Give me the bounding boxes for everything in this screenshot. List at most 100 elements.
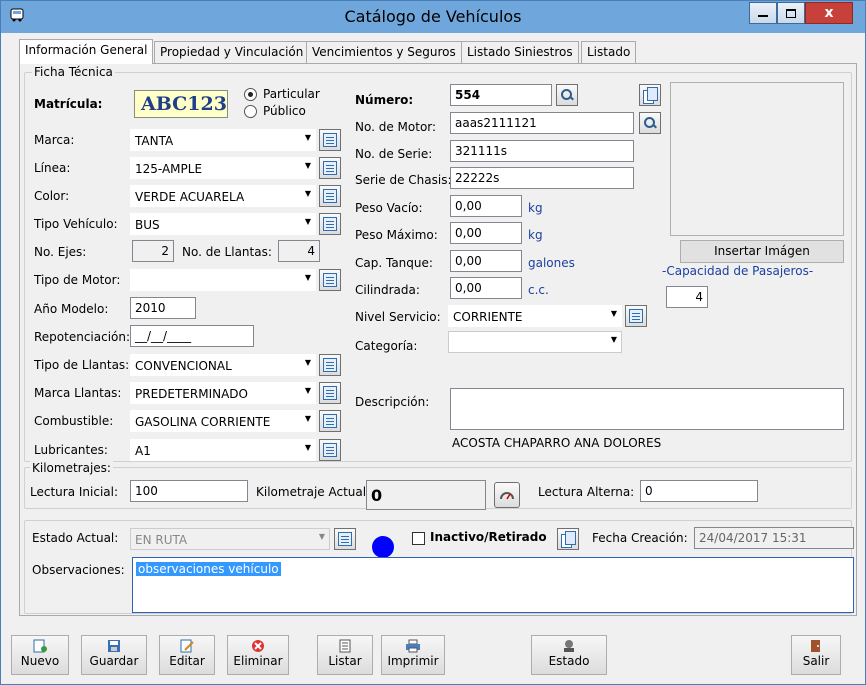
combustible-list-button[interactable]	[319, 410, 341, 432]
inactivo-checkbox[interactable]	[412, 532, 425, 545]
ficha-tecnica-label: Ficha Técnica	[32, 65, 115, 79]
marca-list-button[interactable]	[319, 129, 341, 151]
tipo-llantas-list-button[interactable]	[319, 354, 341, 376]
color-list-button[interactable]	[319, 185, 341, 207]
marca-label: Marca:	[34, 133, 75, 147]
list-icon	[339, 639, 351, 653]
peso-max-unit: kg	[528, 228, 543, 242]
tab-informacion-general[interactable]: Información General	[19, 39, 154, 64]
radio-publico[interactable]	[244, 105, 257, 118]
ejes-field[interactable]: 2	[132, 240, 174, 262]
editar-button[interactable]: Editar	[159, 635, 215, 675]
tab-vencimientos[interactable]: Vencimientos y Seguros	[306, 41, 462, 63]
serie-label: No. de Serie:	[355, 147, 433, 161]
matricula-label: Matrícula:	[34, 97, 103, 111]
linea-select[interactable]: 125-AMPLE ▼	[130, 157, 316, 179]
copy-button[interactable]	[639, 84, 661, 106]
close-button[interactable]: x	[805, 2, 853, 24]
tipo-llantas-select[interactable]: CONVENCIONAL ▼	[130, 354, 316, 376]
list-icon	[629, 309, 643, 323]
linea-list-button[interactable]	[319, 157, 341, 179]
tab-propiedad[interactable]: Propiedad y Vinculación	[154, 41, 310, 63]
peso-max-field[interactable]: 0,00	[450, 222, 522, 244]
numero-field[interactable]: 554	[450, 84, 552, 106]
estado-list-button[interactable]	[334, 528, 356, 550]
km-actual-field[interactable]: 0	[366, 480, 486, 510]
radio-publico-label: Público	[263, 104, 306, 118]
motor-field[interactable]: aaas2111121	[450, 112, 634, 134]
km-actual-label: Kilometraje Actual:	[256, 485, 371, 499]
descripcion-label: Descripción:	[355, 395, 430, 409]
lectura-inicial-field[interactable]: 100	[130, 480, 248, 502]
list-icon	[323, 217, 337, 231]
capacidad-field[interactable]: 4	[666, 286, 708, 308]
minimize-button[interactable]	[749, 2, 777, 24]
list-icon	[323, 358, 337, 372]
color-select[interactable]: VERDE ACUARELA ▼	[130, 185, 316, 207]
tanque-field[interactable]: 0,00	[450, 250, 522, 272]
nivel-list-button[interactable]	[625, 305, 647, 327]
guardar-button[interactable]: Guardar	[81, 635, 147, 675]
maximize-icon	[786, 8, 796, 18]
anio-field[interactable]: 2010	[130, 297, 196, 319]
eliminar-button[interactable]: Eliminar	[227, 635, 289, 675]
motor-search-button[interactable]	[639, 112, 661, 134]
gauge-button[interactable]	[494, 482, 520, 508]
maximize-button[interactable]	[777, 2, 805, 24]
imprimir-button[interactable]: Imprimir	[381, 635, 445, 675]
tipo-vehiculo-list-button[interactable]	[319, 213, 341, 235]
radio-particular[interactable]	[244, 88, 257, 101]
descripcion-field[interactable]	[450, 388, 844, 430]
lectura-alterna-field[interactable]: 0	[640, 480, 758, 502]
nivel-select[interactable]: CORRIENTE ▼	[448, 305, 622, 327]
estado-button[interactable]: Estado	[531, 635, 607, 675]
lubricantes-value: A1	[135, 444, 151, 458]
peso-vacio-field[interactable]: 0,00	[450, 195, 522, 217]
salir-button[interactable]: Salir	[791, 635, 841, 675]
cilindrada-field[interactable]: 0,00	[450, 277, 522, 299]
delete-icon	[252, 640, 264, 652]
linea-label: Línea:	[34, 161, 71, 175]
gauge-icon	[500, 492, 514, 500]
marca-llantas-list-button[interactable]	[319, 382, 341, 404]
tipo-motor-list-button[interactable]	[319, 269, 341, 291]
tab-siniestros[interactable]: Listado Siniestros	[461, 41, 579, 63]
repotenciacion-field[interactable]: __/__/____	[130, 325, 254, 347]
new-icon	[33, 639, 47, 653]
lubricantes-list-button[interactable]	[319, 439, 341, 461]
observaciones-text: observaciones vehículo	[136, 562, 281, 576]
save-icon	[108, 640, 120, 652]
marca-llantas-value: PREDETERMINADO	[135, 387, 248, 401]
estado-actual-select[interactable]: EN RUTA ▼	[130, 528, 330, 550]
chasis-label: Serie de Chasis:	[355, 173, 452, 187]
tab-listado[interactable]: Listado	[581, 41, 637, 63]
guardar-label: Guardar	[89, 654, 139, 668]
listar-button[interactable]: Listar	[317, 635, 373, 675]
tipo-motor-select[interactable]: ▼	[130, 269, 316, 291]
search-icon	[643, 116, 657, 130]
estado-copy-button[interactable]	[557, 528, 579, 550]
combustible-label: Combustible:	[34, 414, 114, 428]
nivel-value: CORRIENTE	[453, 310, 523, 324]
tipo-vehiculo-select[interactable]: BUS ▼	[130, 213, 316, 235]
fecha-creacion-label: Fecha Creación:	[592, 531, 688, 545]
chevron-down-icon: ▼	[610, 335, 617, 344]
imprimir-label: Imprimir	[387, 654, 439, 668]
marca-llantas-select[interactable]: PREDETERMINADO ▼	[130, 382, 316, 404]
observaciones-field[interactable]: observaciones vehículo	[132, 557, 854, 613]
fecha-creacion-field[interactable]: 24/04/2017 15:31	[694, 527, 854, 549]
categoria-select[interactable]: ▼	[448, 331, 622, 353]
insertar-imagen-button[interactable]: Insertar Imágen	[680, 240, 844, 263]
chasis-field[interactable]: 22222s	[450, 167, 634, 189]
close-icon: x	[824, 5, 834, 21]
nuevo-button[interactable]: Nuevo	[11, 635, 69, 675]
marca-llantas-label: Marca Llantas:	[34, 386, 122, 400]
serie-field[interactable]: 321111s	[450, 140, 634, 162]
marca-select[interactable]: TANTA ▼	[130, 129, 316, 151]
combustible-select[interactable]: GASOLINA CORRIENTE ▼	[130, 410, 316, 432]
matricula-field[interactable]: ABC123	[134, 90, 228, 118]
lubricantes-select[interactable]: A1 ▼	[130, 439, 316, 461]
numero-search-button[interactable]	[556, 84, 578, 106]
copy-icon	[561, 531, 576, 548]
llantas-field[interactable]: 4	[278, 240, 320, 262]
